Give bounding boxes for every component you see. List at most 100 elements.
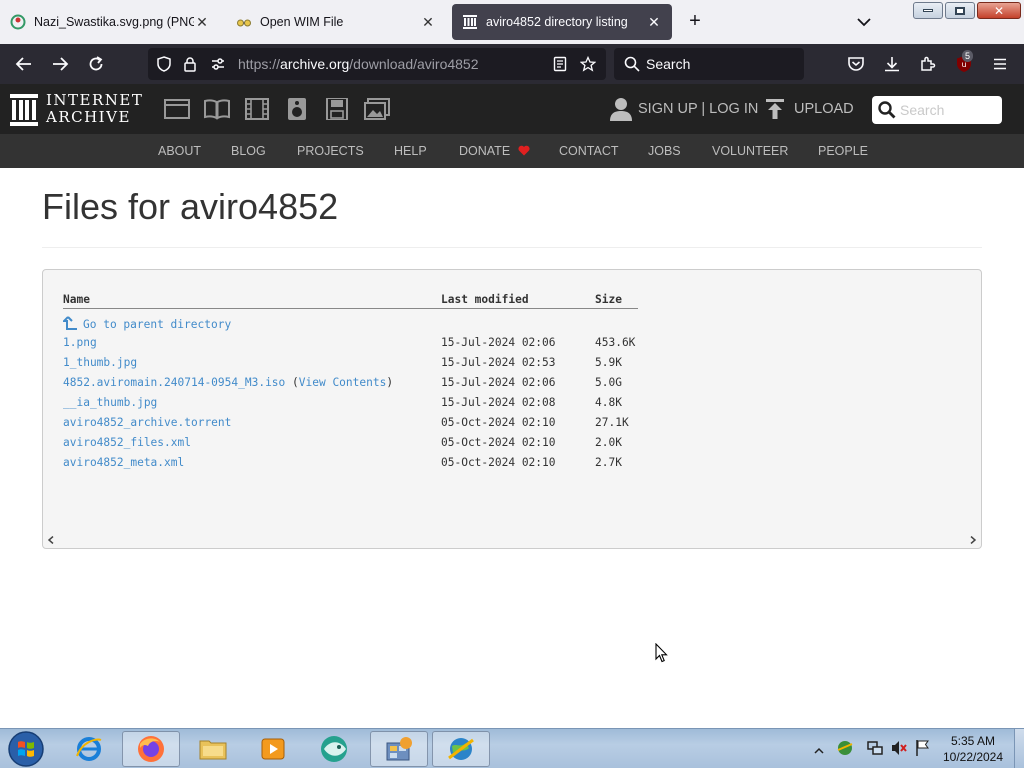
show-desktop-button[interactable]: [1014, 729, 1024, 768]
texts-icon[interactable]: [204, 98, 230, 120]
column-header-modified[interactable]: Last modified: [441, 293, 529, 306]
images-icon[interactable]: [364, 98, 390, 120]
web-icon[interactable]: [164, 98, 190, 120]
paren-close: ): [386, 376, 394, 389]
restore-button[interactable]: [945, 2, 975, 19]
pocket-button[interactable]: [846, 54, 866, 74]
video-icon[interactable]: [244, 98, 270, 120]
parent-directory-link[interactable]: Go to parent directory: [61, 316, 231, 331]
url-bar[interactable]: https://archive.org/download/aviro4852: [148, 48, 606, 80]
browser-search-placeholder: Search: [646, 56, 691, 72]
nav-jobs[interactable]: JOBS: [648, 144, 681, 158]
search-icon: [878, 101, 896, 119]
upload-icon[interactable]: [764, 98, 786, 120]
ia-logo-text[interactable]: INTERNET ARCHIVE: [46, 92, 143, 126]
ia-search-placeholder: Search: [900, 102, 945, 118]
close-tab-icon[interactable]: ✕: [646, 14, 662, 30]
tab-title: Nazi_Swastika.svg.png (PNG Im: [34, 15, 194, 29]
nav-about[interactable]: ABOUT: [158, 144, 201, 158]
taskbar-internet-explorer[interactable]: [60, 731, 118, 767]
internet-explorer-icon: [76, 737, 102, 761]
tab-open-wim-file[interactable]: Open WIM File ✕: [226, 4, 446, 40]
column-header-size[interactable]: Size: [595, 293, 622, 306]
scroll-right-icon[interactable]: [969, 536, 977, 544]
nav-people[interactable]: PEOPLE: [818, 144, 868, 158]
tab-nazi-swastika[interactable]: Nazi_Swastika.svg.png (PNG Im ✕: [0, 4, 220, 40]
page-title: Files for aviro4852: [42, 186, 339, 227]
file-modified: 05-Oct-2024 02:10: [441, 436, 556, 449]
close-window-button[interactable]: ✕: [977, 2, 1021, 19]
tracking-protection-icon[interactable]: [154, 54, 174, 74]
download-icon: [885, 57, 899, 72]
horizontal-scrollbar[interactable]: [43, 532, 981, 548]
file-link[interactable]: 1.png: [63, 336, 97, 349]
close-tab-icon[interactable]: ✕: [194, 14, 210, 30]
new-tab-button[interactable]: +: [684, 10, 706, 34]
extension-badge: 5: [962, 50, 974, 62]
url-text[interactable]: https://archive.org/download/aviro4852: [238, 56, 479, 72]
file-link[interactable]: aviro4852_files.xml: [63, 436, 191, 449]
ia-logo-line2: ARCHIVE: [46, 108, 131, 126]
taskbar-firefox[interactable]: [122, 731, 180, 767]
network-icon: [867, 741, 883, 755]
ia-search-input[interactable]: Search: [872, 96, 1002, 124]
paren-open: (: [285, 376, 299, 389]
tray-network-icon[interactable]: [866, 739, 884, 757]
nav-contact[interactable]: CONTACT: [559, 144, 619, 158]
file-link[interactable]: __ia_thumb.jpg: [63, 396, 157, 409]
upload-link[interactable]: UPLOAD: [794, 101, 854, 117]
close-tab-icon[interactable]: ✕: [420, 14, 436, 30]
nav-projects[interactable]: PROJECTS: [297, 144, 364, 158]
audio-icon[interactable]: [284, 98, 310, 120]
file-link[interactable]: aviro4852_meta.xml: [63, 456, 184, 469]
clock-date: 10/22/2024: [942, 750, 1004, 764]
file-size: 2.7K: [595, 456, 622, 469]
user-icon[interactable]: [610, 97, 632, 121]
sign-up-log-in-link[interactable]: SIGN UP | LOG IN: [638, 101, 758, 117]
column-header-name[interactable]: Name: [63, 293, 90, 306]
windows-taskbar: 5:35 AM 10/22/2024: [0, 728, 1024, 768]
file-size: 27.1K: [595, 416, 629, 429]
tray-app-icon[interactable]: [836, 739, 854, 757]
taskbar-app-fish[interactable]: [306, 731, 364, 767]
extensions-button[interactable]: [918, 54, 938, 74]
view-contents-link[interactable]: View Contents: [299, 376, 387, 389]
tab-directory-listing[interactable]: aviro4852 directory listing ✕: [452, 4, 672, 40]
nav-donate[interactable]: DONATE: [459, 144, 530, 158]
scroll-left-icon[interactable]: [47, 536, 55, 544]
software-icon[interactable]: [324, 97, 350, 121]
minimize-button[interactable]: [913, 2, 943, 19]
list-all-tabs-button[interactable]: [854, 12, 874, 32]
taskbar-control-panel[interactable]: [370, 731, 428, 767]
bookmark-star-icon[interactable]: [578, 54, 598, 74]
tray-action-center-icon[interactable]: [914, 739, 932, 757]
lock-icon[interactable]: [180, 54, 200, 74]
tray-volume-icon[interactable]: [890, 739, 908, 757]
reload-button[interactable]: [86, 54, 106, 74]
wikimedia-icon: [10, 14, 26, 30]
file-link[interactable]: 4852.aviromain.240714-0954_M3.iso: [63, 376, 285, 389]
app-menu-button[interactable]: [990, 54, 1010, 74]
show-hidden-icons-button[interactable]: [814, 743, 824, 754]
taskbar-media-player[interactable]: [244, 731, 302, 767]
file-link[interactable]: 1_thumb.jpg: [63, 356, 137, 369]
back-button[interactable]: [14, 54, 34, 74]
nav-blog[interactable]: BLOG: [231, 144, 266, 158]
start-button[interactable]: [6, 730, 46, 768]
restore-icon: [955, 6, 965, 15]
nav-help[interactable]: HELP: [394, 144, 427, 158]
table-row: __ia_thumb.jpg 15-Jul-2024 02:08 4.8K: [43, 396, 981, 416]
taskbar-file-explorer[interactable]: [184, 731, 242, 767]
system-clock[interactable]: 5:35 AM 10/22/2024: [936, 733, 1010, 765]
up-arrow-icon: [61, 316, 77, 330]
reader-view-icon[interactable]: [550, 54, 570, 74]
downloads-button[interactable]: [882, 54, 902, 74]
permissions-icon[interactable]: [208, 54, 228, 74]
globe-network-icon: [448, 738, 474, 760]
forward-button[interactable]: [50, 54, 70, 74]
ia-logo-icon[interactable]: [10, 94, 38, 126]
file-link[interactable]: aviro4852_archive.torrent: [63, 416, 231, 429]
taskbar-network-app[interactable]: [432, 731, 490, 767]
nav-volunteer[interactable]: VOLUNTEER: [712, 144, 788, 158]
browser-search-bar[interactable]: Search: [614, 48, 804, 80]
